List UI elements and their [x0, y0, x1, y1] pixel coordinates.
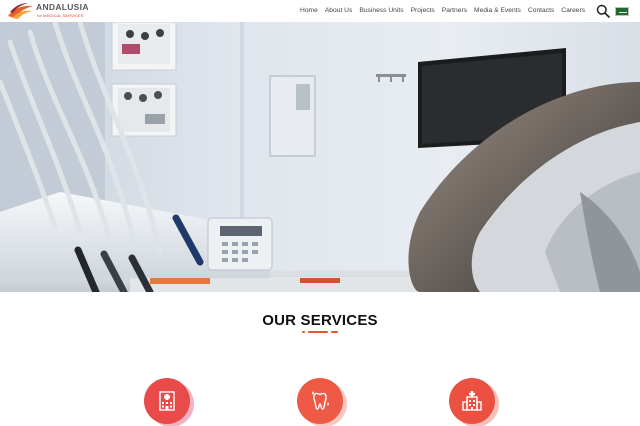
title-divider	[302, 330, 338, 334]
nav-projects[interactable]: Projects	[411, 6, 435, 16]
services-title: OUR SERVICES	[262, 312, 378, 329]
main-nav: Home About Us Business Units Projects Pa…	[300, 6, 585, 16]
service-dental[interactable]	[297, 378, 343, 424]
search-icon[interactable]	[596, 4, 610, 18]
site-logo[interactable]: ANDALUSIA for MEDICAL SERVICES	[6, 2, 106, 20]
nav-media-events[interactable]: Media & Events	[474, 6, 521, 16]
nav-careers[interactable]: Careers	[561, 6, 585, 16]
hero-dental-clinic-image	[0, 22, 640, 292]
nav-business-units[interactable]: Business Units	[359, 6, 403, 16]
hospital-icon	[159, 391, 175, 411]
nav-partners[interactable]: Partners	[442, 6, 467, 16]
tooth-icon	[312, 391, 329, 410]
logo-mark-icon	[8, 3, 33, 19]
service-clinic[interactable]	[449, 378, 495, 424]
nav-contacts[interactable]: Contacts	[528, 6, 554, 16]
clinic-building-icon	[462, 391, 482, 411]
site-header: ANDALUSIA for MEDICAL SERVICES Home Abou…	[0, 0, 640, 22]
service-hospital[interactable]	[144, 378, 190, 424]
page: ANDALUSIA for MEDICAL SERVICES Home Abou…	[0, 0, 640, 426]
brand-name: ANDALUSIA	[36, 2, 89, 12]
nav-about-us[interactable]: About Us	[325, 6, 353, 16]
brand-tagline: for MEDICAL SERVICES	[37, 13, 84, 18]
saudi-flag-icon[interactable]	[615, 7, 629, 16]
nav-home[interactable]: Home	[300, 6, 318, 16]
hero-banner	[0, 22, 640, 292]
